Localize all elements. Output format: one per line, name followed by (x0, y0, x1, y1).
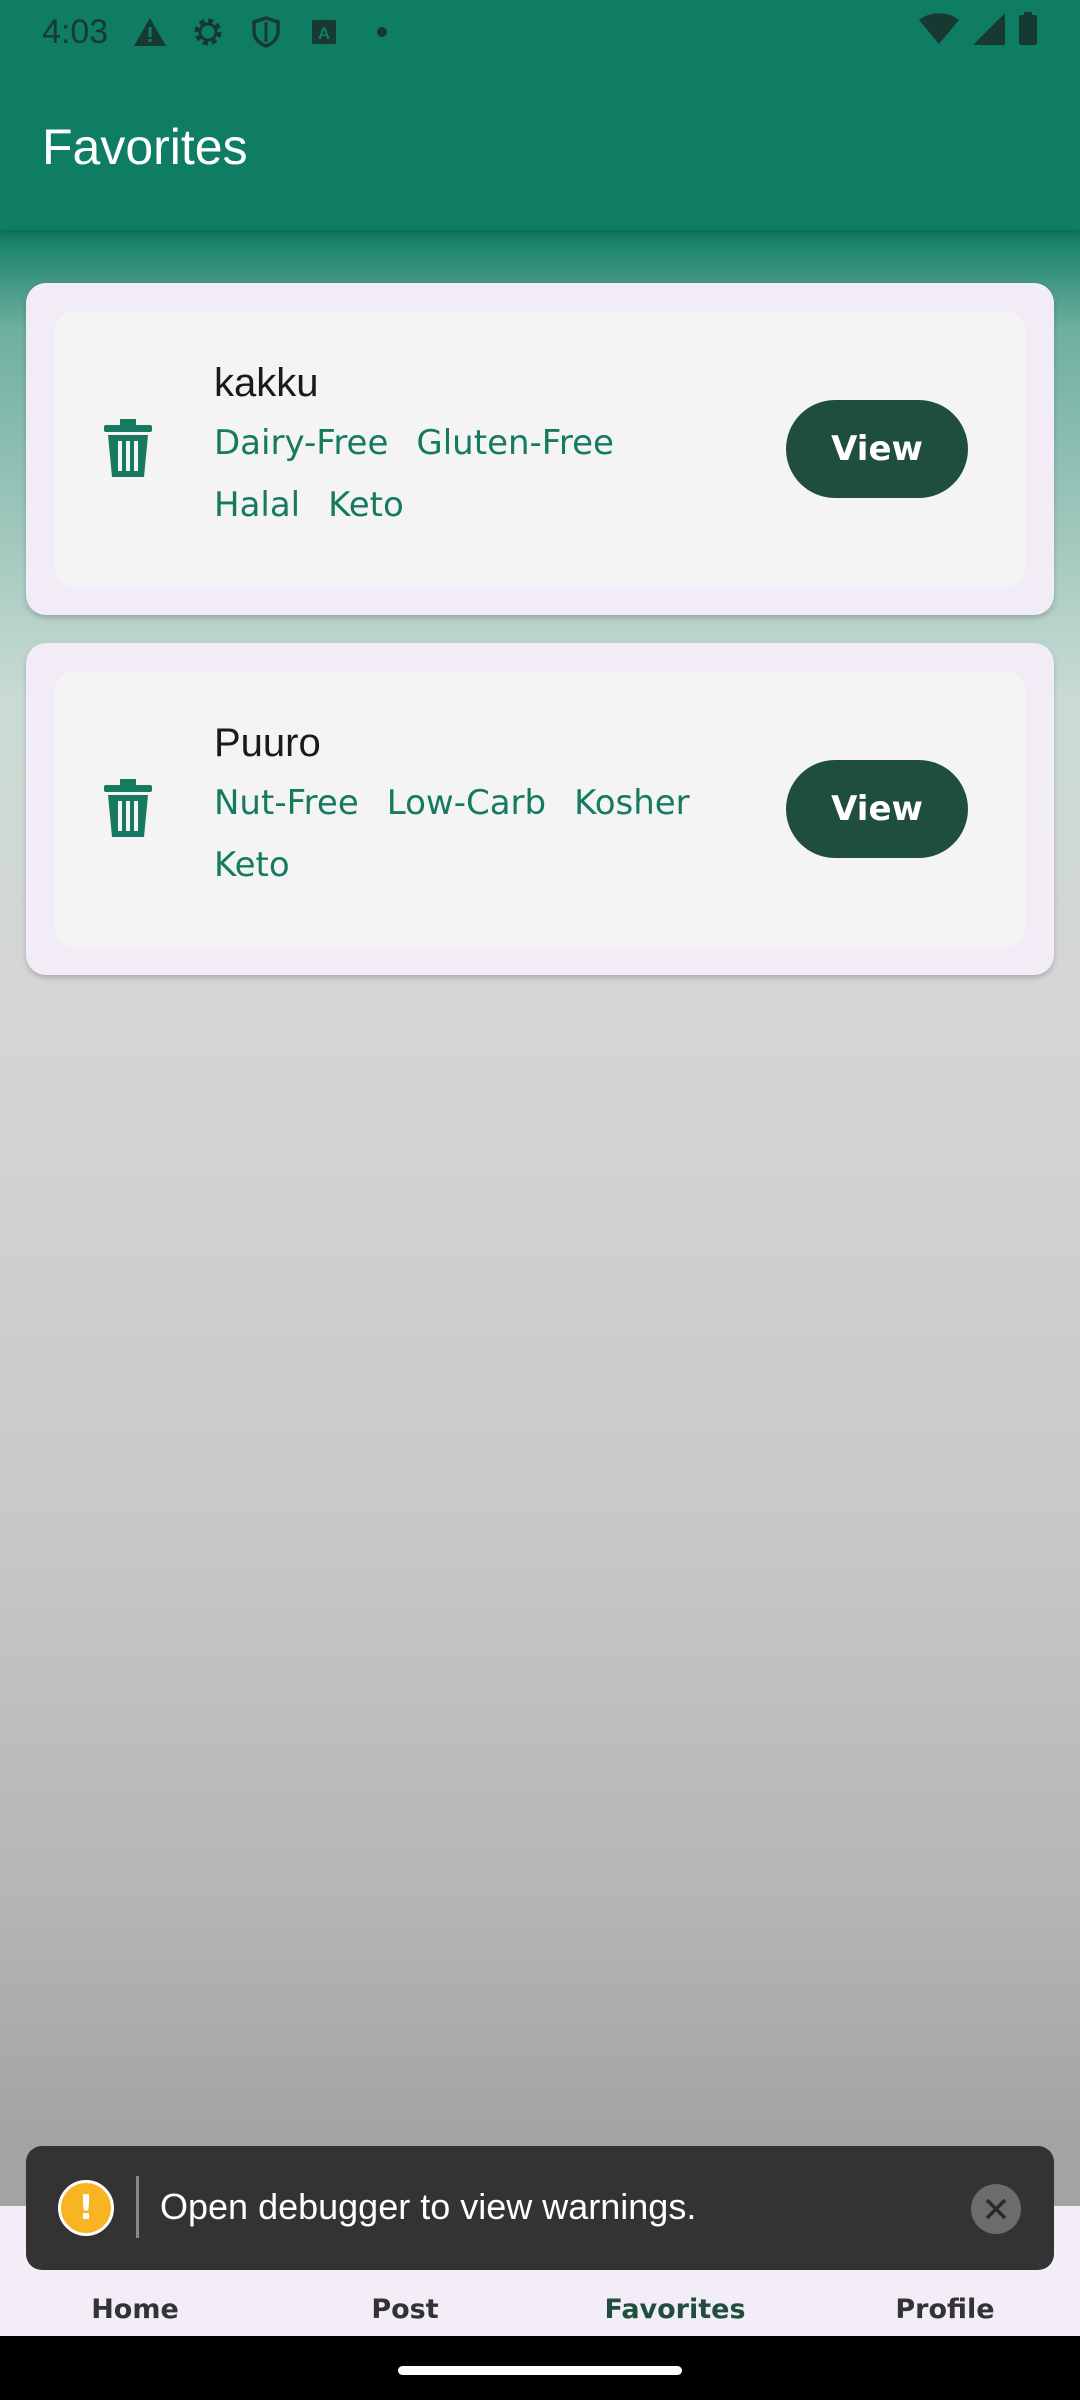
dot-icon (364, 14, 400, 50)
svg-text:A: A (318, 24, 330, 43)
toast-message: Open debugger to view warnings. (160, 2186, 697, 2227)
diet-tags: Dairy-Free Gluten-Free Halal Keto (214, 423, 714, 525)
nav-label: Home (91, 2294, 179, 2325)
gear-icon (190, 14, 226, 50)
home-gesture-handle[interactable] (398, 2366, 682, 2375)
dish-name: kakku (214, 361, 319, 405)
warning-icon: ! (58, 2180, 114, 2236)
wifi-icon (918, 12, 960, 51)
nav-label: Favorites (604, 2294, 746, 2325)
alert-icon (132, 14, 168, 50)
dish-name: Puuro (214, 721, 321, 765)
diet-tag: Keto (214, 845, 290, 885)
diet-tag: Halal (214, 485, 301, 525)
view-button[interactable]: View (786, 400, 968, 498)
favorite-card: kakku Dairy-Free Gluten-Free Halal Keto … (26, 283, 1054, 615)
diet-tags: Nut-Free Low-Carb Kosher Keto (214, 783, 714, 885)
favorite-card-content: kakku Dairy-Free Gluten-Free Halal Keto … (54, 311, 1026, 587)
favorite-card-content: Puuro Nut-Free Low-Carb Kosher Keto View (54, 671, 1026, 947)
debugger-warning-toast[interactable]: ! Open debugger to view warnings. (26, 2146, 1054, 2270)
close-icon[interactable] (971, 2184, 1021, 2234)
trash-icon[interactable] (102, 779, 154, 839)
nav-label: Post (371, 2294, 439, 2325)
battery-icon (1018, 12, 1038, 51)
diet-tag: Nut-Free (214, 783, 359, 823)
view-button[interactable]: View (786, 760, 968, 858)
diet-tag: Gluten-Free (416, 423, 614, 463)
diet-tag: Low-Carb (386, 783, 547, 823)
divider (136, 2176, 139, 2238)
shield-icon (248, 14, 284, 50)
a-icon: A (306, 14, 342, 50)
trash-icon[interactable] (102, 419, 154, 479)
nav-label: Profile (895, 2294, 995, 2325)
page-title: Favorites (42, 119, 248, 175)
diet-tag: Kosher (574, 783, 690, 823)
diet-tag: Dairy-Free (214, 423, 389, 463)
status-bar: 4:03 A (0, 0, 1080, 64)
diet-tag: Keto (328, 485, 404, 525)
top-app-bar: 4:03 A Favorites (0, 0, 1080, 230)
signal-icon (972, 12, 1006, 51)
status-time: 4:03 (42, 12, 109, 51)
system-navigation-bar (0, 2336, 1080, 2400)
favorite-card: Puuro Nut-Free Low-Carb Kosher Keto View (26, 643, 1054, 975)
